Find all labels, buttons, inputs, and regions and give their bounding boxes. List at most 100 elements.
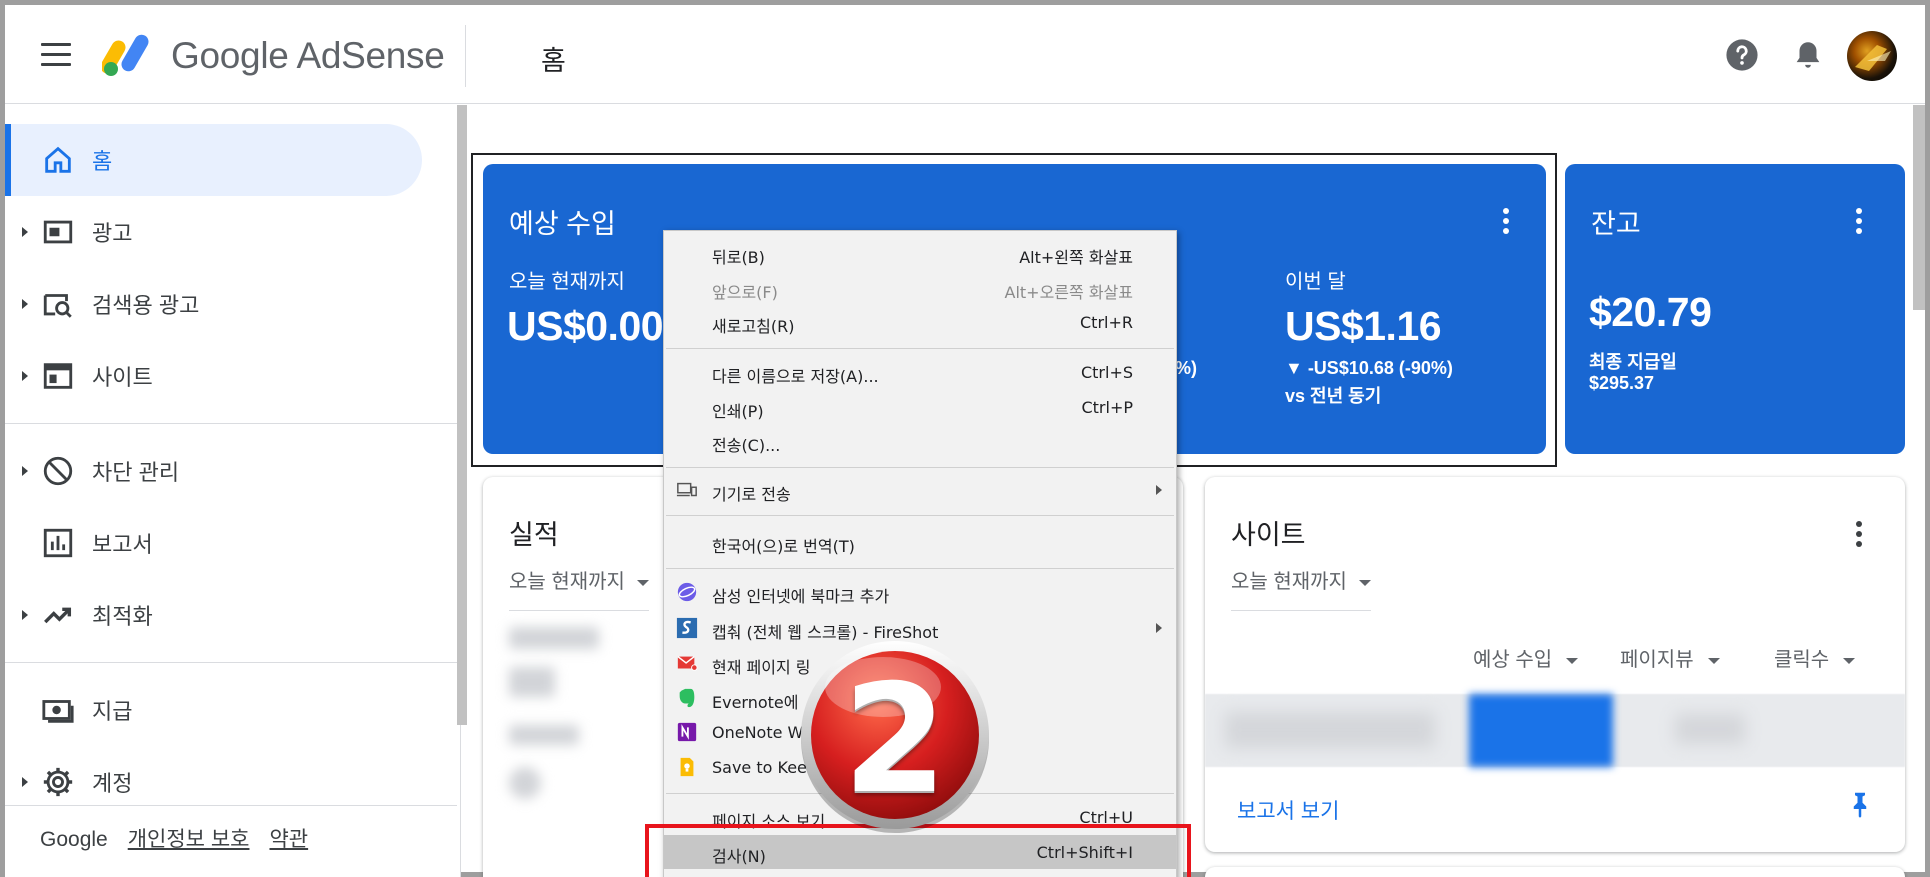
gear-icon bbox=[43, 767, 73, 797]
sites-card: 사이트 오늘 현재까지 예상 수입 페이지뷰 클릭수 보고서 보기 bbox=[1205, 477, 1905, 852]
menu-label: 새로고침(R) bbox=[712, 317, 795, 336]
sidebar-item-label: 검색용 광고 bbox=[92, 293, 200, 318]
sidebar-item-payments[interactable]: 지급 bbox=[5, 674, 422, 746]
menu-label: 다른 이름으로 저장(A)... bbox=[712, 367, 879, 386]
sidebar-item-ads[interactable]: 광고 bbox=[5, 196, 422, 268]
sidebar-item-reports[interactable]: 보고서 bbox=[5, 507, 422, 579]
period-dropdown[interactable]: 오늘 현재까지 bbox=[509, 565, 649, 611]
dropdown-value: 오늘 현재까지 bbox=[509, 571, 625, 593]
blurred-metric bbox=[509, 667, 555, 697]
menu-item-save-as[interactable]: 다른 이름으로 저장(A)... Ctrl+S bbox=[664, 355, 1176, 389]
menu-label: 기기로 전송 bbox=[712, 485, 791, 504]
menu-item-send-to-device[interactable]: 기기로 전송 bbox=[664, 473, 1176, 507]
month-label: 이번 달 bbox=[1285, 271, 1346, 293]
column-header-clicks[interactable]: 클릭수 bbox=[1774, 643, 1856, 672]
last-payment-amount: $295.37 bbox=[1589, 373, 1655, 393]
view-report-link[interactable]: 보고서 보기 bbox=[1237, 795, 1339, 825]
sidebar-item-label: 사이트 bbox=[92, 365, 153, 390]
menu-item-forward[interactable]: 앞으로(F) Alt+오른쪽 화살표 bbox=[664, 271, 1176, 305]
column-label: 예상 수입 bbox=[1473, 649, 1553, 671]
dropdown-arrow-icon bbox=[636, 579, 649, 586]
month-compare: vs 전년 동기 bbox=[1285, 386, 1382, 406]
sidebar-item-label: 지급 bbox=[92, 699, 133, 724]
sidebar-item-optimization[interactable]: 최적화 bbox=[5, 579, 422, 651]
ads-icon bbox=[43, 220, 73, 244]
menu-item-samsung-bookmark[interactable]: 삼성 인터넷에 북마크 추가 bbox=[664, 575, 1176, 609]
menu-separator bbox=[666, 348, 1174, 349]
expand-caret-icon[interactable] bbox=[22, 466, 28, 476]
sidebar-item-block-controls[interactable]: 차단 관리 bbox=[5, 435, 422, 507]
menu-shortcut: Ctrl+R bbox=[1080, 313, 1133, 332]
more-vert-icon[interactable] bbox=[1855, 208, 1863, 236]
payments-icon bbox=[42, 700, 74, 723]
sidebar-nav: 홈 광고 검색용 광고 사이트 차단 관리 보고서 최적화 지급 계정 bbox=[5, 105, 461, 877]
menu-shortcut: Ctrl+P bbox=[1081, 398, 1133, 417]
block-icon bbox=[43, 456, 73, 486]
sidebar-item-sites[interactable]: 사이트 bbox=[5, 340, 422, 412]
menu-label: Evernote에 bbox=[712, 693, 799, 712]
submenu-arrow-icon bbox=[1156, 485, 1162, 495]
menu-separator bbox=[666, 568, 1174, 569]
menu-item-print[interactable]: 인쇄(P) Ctrl+P bbox=[664, 390, 1176, 424]
card-title: 사이트 bbox=[1231, 520, 1306, 550]
sidebar-item-home[interactable]: 홈 bbox=[5, 124, 422, 196]
sidebar-item-label: 홈 bbox=[92, 149, 113, 174]
sidebar-item-account[interactable]: 계정 bbox=[5, 746, 422, 818]
blurred-metric bbox=[509, 627, 599, 649]
dropdown-value: 오늘 현재까지 bbox=[1231, 571, 1347, 593]
bell-icon[interactable] bbox=[1791, 38, 1825, 72]
more-vert-icon[interactable] bbox=[1855, 521, 1863, 549]
more-vert-icon[interactable] bbox=[1502, 208, 1510, 236]
month-amount: US$1.16 bbox=[1285, 303, 1442, 349]
sidebar-scrollbar[interactable] bbox=[457, 105, 467, 725]
menu-item-back[interactable]: 뒤로(B) Alt+왼쪽 화살표 bbox=[664, 236, 1176, 270]
footer-google: Google bbox=[40, 828, 108, 851]
badge-number: 2 bbox=[842, 653, 948, 827]
expand-caret-icon[interactable] bbox=[22, 610, 28, 620]
table-row[interactable] bbox=[1205, 694, 1905, 767]
expand-caret-icon[interactable] bbox=[22, 371, 28, 381]
terms-link[interactable]: 약관 bbox=[269, 828, 308, 851]
pin-icon[interactable] bbox=[1845, 789, 1875, 819]
card-title: 실적 bbox=[509, 520, 559, 550]
expand-caret-icon[interactable] bbox=[22, 227, 28, 237]
menu-label: 삼성 인터넷에 북마크 추가 bbox=[712, 587, 890, 606]
sidebar-item-search-ads[interactable]: 검색용 광고 bbox=[5, 268, 422, 340]
menu-label: 앞으로(F) bbox=[712, 283, 778, 302]
content-scrollbar[interactable] bbox=[1913, 105, 1925, 310]
column-label: 클릭수 bbox=[1774, 649, 1830, 671]
expand-caret-icon[interactable] bbox=[22, 777, 28, 787]
sidebar-item-label: 광고 bbox=[92, 221, 133, 246]
menu-item-cast[interactable]: 전송(C)... bbox=[664, 424, 1176, 458]
expand-caret-icon[interactable] bbox=[22, 299, 28, 309]
sort-arrow-icon bbox=[1707, 657, 1720, 664]
sites-icon bbox=[43, 363, 73, 389]
help-circle-icon[interactable] bbox=[1725, 38, 1759, 72]
menu-item-translate[interactable]: 한국어(으)로 번역(T) bbox=[664, 525, 1176, 559]
menu-item-reload[interactable]: 새로고침(R) Ctrl+R bbox=[664, 305, 1176, 339]
column-header-earnings[interactable]: 예상 수입 bbox=[1473, 643, 1579, 672]
sort-arrow-icon bbox=[1566, 657, 1579, 664]
user-avatar[interactable] bbox=[1847, 31, 1897, 81]
menu-label: 전송(C)... bbox=[712, 436, 781, 455]
menu-shortcut: Ctrl+S bbox=[1080, 363, 1133, 382]
brand-name[interactable]: Google AdSense bbox=[171, 35, 445, 77]
hamburger-menu-icon[interactable] bbox=[41, 43, 71, 67]
adsense-logo-icon[interactable] bbox=[102, 29, 158, 77]
devices-icon bbox=[676, 482, 697, 497]
menu-label: Save to Kee bbox=[712, 758, 807, 777]
period-dropdown[interactable]: 오늘 현재까지 bbox=[1231, 565, 1371, 611]
avatar-image-icon bbox=[1855, 45, 1891, 71]
sidebar-divider bbox=[5, 423, 457, 424]
column-header-pageviews[interactable]: 페이지뷰 bbox=[1620, 643, 1720, 672]
next-card bbox=[1205, 867, 1905, 877]
today-amount: US$0.00 bbox=[507, 303, 664, 349]
privacy-link[interactable]: 개인정보 보호 bbox=[128, 828, 250, 851]
sidebar-item-label: 계정 bbox=[92, 771, 133, 796]
search-ads-icon bbox=[43, 294, 72, 318]
today-label: 오늘 현재까지 bbox=[509, 271, 625, 293]
card-title: 잔고 bbox=[1591, 209, 1641, 239]
dropdown-arrow-icon bbox=[1358, 579, 1371, 586]
menu-shortcut: Alt+왼쪽 화살표 bbox=[1019, 248, 1133, 267]
onenote-icon bbox=[677, 722, 697, 742]
